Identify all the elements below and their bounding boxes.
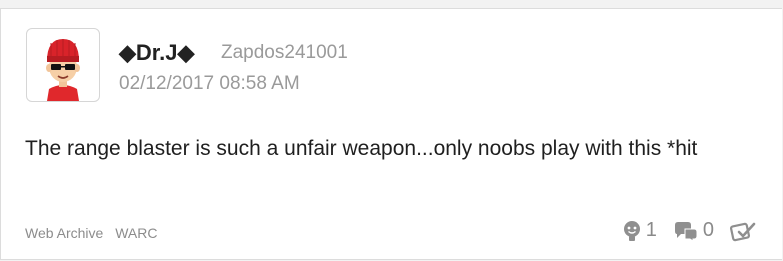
post-card: ◆Dr.J◆ Zapdos241001 02/12/2017 08:58 AM … <box>0 8 782 260</box>
reply-stat[interactable]: 0 <box>673 219 714 242</box>
user-handle[interactable]: Zapdos241001 <box>221 42 348 64</box>
post-body: The range blaster is such a unfair weapo… <box>25 137 698 160</box>
played-icon <box>730 222 756 241</box>
yeah-count: 1 <box>645 219 657 241</box>
post-timestamp[interactable]: 02/12/2017 08:58 AM <box>119 73 300 95</box>
played-stat[interactable] <box>730 220 760 242</box>
yeah-icon <box>623 220 640 241</box>
web-archive-link[interactable]: Web Archive <box>25 225 103 241</box>
reply-icon <box>674 221 698 241</box>
post-stats: 1 0 <box>606 219 760 242</box>
yeah-stat[interactable]: 1 <box>622 219 657 242</box>
avatar[interactable] <box>26 28 100 102</box>
display-name[interactable]: ◆Dr.J◆ <box>119 40 194 66</box>
reply-count: 0 <box>702 219 714 241</box>
warc-link[interactable]: WARC <box>115 225 157 241</box>
footer-links: Web Archive WARC <box>25 225 166 241</box>
mii-avatar-icon <box>46 39 80 101</box>
